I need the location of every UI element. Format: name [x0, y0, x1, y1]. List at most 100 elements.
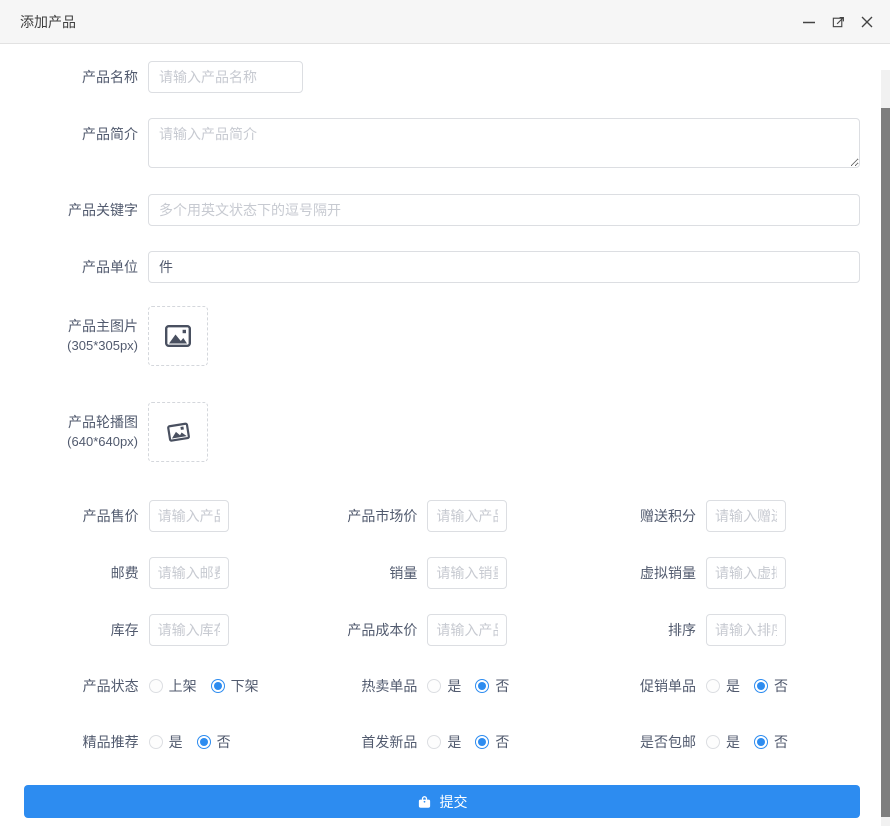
- field-label: 排序: [581, 620, 696, 640]
- field-label: 促销单品: [581, 676, 696, 696]
- virtual-sales-input[interactable]: [706, 557, 786, 589]
- field-label: 产品名称: [24, 68, 138, 87]
- radio-circle[interactable]: [427, 735, 441, 749]
- submit-label: 提交: [440, 792, 468, 812]
- radio-circle[interactable]: [149, 679, 163, 693]
- product-keywords-input[interactable]: [148, 194, 860, 226]
- radio-option-yes[interactable]: 是: [427, 732, 461, 752]
- field-boutique: 精品推荐 是 否: [24, 732, 303, 752]
- window-title: 添加产品: [20, 12, 76, 32]
- radio-option-no[interactable]: 否: [197, 732, 231, 752]
- window-titlebar: 添加产品: [0, 0, 890, 44]
- sale-price-input[interactable]: [149, 500, 229, 532]
- image-size-note: (640*640px): [67, 434, 138, 449]
- field-product-unit: 产品单位: [24, 251, 860, 283]
- sales-input[interactable]: [427, 557, 507, 589]
- product-unit-input[interactable]: [148, 251, 860, 283]
- field-promo-item: 促销单品 是 否: [581, 676, 860, 696]
- field-main-image: 产品主图片 (305*305px): [24, 306, 860, 366]
- field-label: 产品售价: [24, 506, 139, 526]
- field-label: 产品主图片 (305*305px): [24, 317, 138, 355]
- radio-option-on-shelf[interactable]: 上架: [149, 676, 197, 696]
- radio-option-no[interactable]: 否: [475, 732, 509, 752]
- field-sort: 排序: [581, 614, 860, 646]
- sort-input[interactable]: [706, 614, 786, 646]
- radio-option-yes[interactable]: 是: [149, 732, 183, 752]
- maximize-icon: [831, 14, 846, 29]
- radio-circle[interactable]: [754, 679, 768, 693]
- radio-circle[interactable]: [706, 679, 720, 693]
- radio-label: 上架: [169, 676, 197, 696]
- radio-circle[interactable]: [754, 735, 768, 749]
- gift-points-input[interactable]: [706, 500, 786, 532]
- radio-circle[interactable]: [475, 735, 489, 749]
- field-label: 邮费: [24, 563, 139, 583]
- field-label: 产品市场价: [303, 506, 418, 526]
- radio-option-off-shelf[interactable]: 下架: [211, 676, 259, 696]
- radio-option-yes[interactable]: 是: [706, 732, 740, 752]
- radio-group-first-release: 是 否: [427, 732, 581, 752]
- minimize-icon: [802, 15, 816, 29]
- radio-label: 是: [726, 732, 740, 752]
- product-intro-textarea[interactable]: [148, 118, 860, 168]
- field-label: 产品轮播图 (640*640px): [24, 413, 138, 451]
- radio-circle[interactable]: [149, 735, 163, 749]
- radio-label: 否: [495, 676, 509, 696]
- field-stock: 库存: [24, 614, 303, 646]
- field-label: 产品状态: [24, 676, 139, 696]
- close-button[interactable]: [858, 13, 876, 31]
- field-label: 是否包邮: [581, 732, 696, 752]
- field-label-text: 产品轮播图: [68, 414, 138, 430]
- image-icon: [165, 325, 191, 347]
- carousel-image-upload[interactable]: [148, 402, 208, 462]
- submit-button[interactable]: 提交: [24, 785, 860, 818]
- field-gift-points: 赠送积分: [581, 500, 860, 532]
- field-label: 产品关键字: [24, 201, 138, 220]
- field-label: 赠送积分: [581, 506, 696, 526]
- radio-label: 是: [447, 732, 461, 752]
- radio-group-promo-item: 是 否: [706, 676, 860, 696]
- row-sales: 邮费 销量 虚拟销量: [24, 557, 860, 589]
- product-name-input[interactable]: [148, 61, 303, 93]
- minimize-button[interactable]: [800, 13, 818, 31]
- radio-option-yes[interactable]: 是: [706, 676, 740, 696]
- maximize-button[interactable]: [829, 13, 847, 31]
- field-label: 产品简介: [24, 118, 138, 150]
- field-label-text: 产品主图片: [68, 318, 138, 334]
- radio-label: 是: [169, 732, 183, 752]
- add-product-form: 产品名称 产品简介 产品关键字 产品单位 产品主图片 (305*305px) 产…: [0, 45, 881, 818]
- radio-option-no[interactable]: 否: [754, 676, 788, 696]
- postage-input[interactable]: [149, 557, 229, 589]
- field-product-name: 产品名称: [24, 61, 860, 93]
- bag-icon: [417, 794, 432, 810]
- field-carousel-image: 产品轮播图 (640*640px): [24, 402, 860, 462]
- radio-option-no[interactable]: 否: [754, 732, 788, 752]
- radio-circle[interactable]: [197, 735, 211, 749]
- radio-group-hot-item: 是 否: [427, 676, 581, 696]
- field-product-keywords: 产品关键字: [24, 194, 860, 226]
- field-virtual-sales: 虚拟销量: [581, 557, 860, 589]
- images-stack-icon: [165, 420, 192, 444]
- radio-label: 否: [217, 732, 231, 752]
- row-radio-1: 产品状态 上架 下架 热卖单品 是: [24, 676, 860, 696]
- market-price-input[interactable]: [427, 500, 507, 532]
- main-image-upload[interactable]: [148, 306, 208, 366]
- row-prices: 产品售价 产品市场价 赠送积分: [24, 500, 860, 532]
- close-icon: [860, 15, 874, 29]
- field-sales: 销量: [303, 557, 582, 589]
- field-free-shipping: 是否包邮 是 否: [581, 732, 860, 752]
- radio-circle[interactable]: [475, 679, 489, 693]
- stock-input[interactable]: [149, 614, 229, 646]
- radio-circle[interactable]: [706, 735, 720, 749]
- radio-circle[interactable]: [427, 679, 441, 693]
- scrollbar-thumb[interactable]: [881, 108, 890, 817]
- radio-option-no[interactable]: 否: [475, 676, 509, 696]
- field-first-release: 首发新品 是 否: [303, 732, 582, 752]
- radio-label: 否: [774, 676, 788, 696]
- field-label: 热卖单品: [303, 676, 418, 696]
- radio-option-yes[interactable]: 是: [427, 676, 461, 696]
- field-label: 产品成本价: [303, 620, 418, 640]
- radio-circle[interactable]: [211, 679, 225, 693]
- scrollbar-track[interactable]: [881, 70, 890, 826]
- cost-price-input[interactable]: [427, 614, 507, 646]
